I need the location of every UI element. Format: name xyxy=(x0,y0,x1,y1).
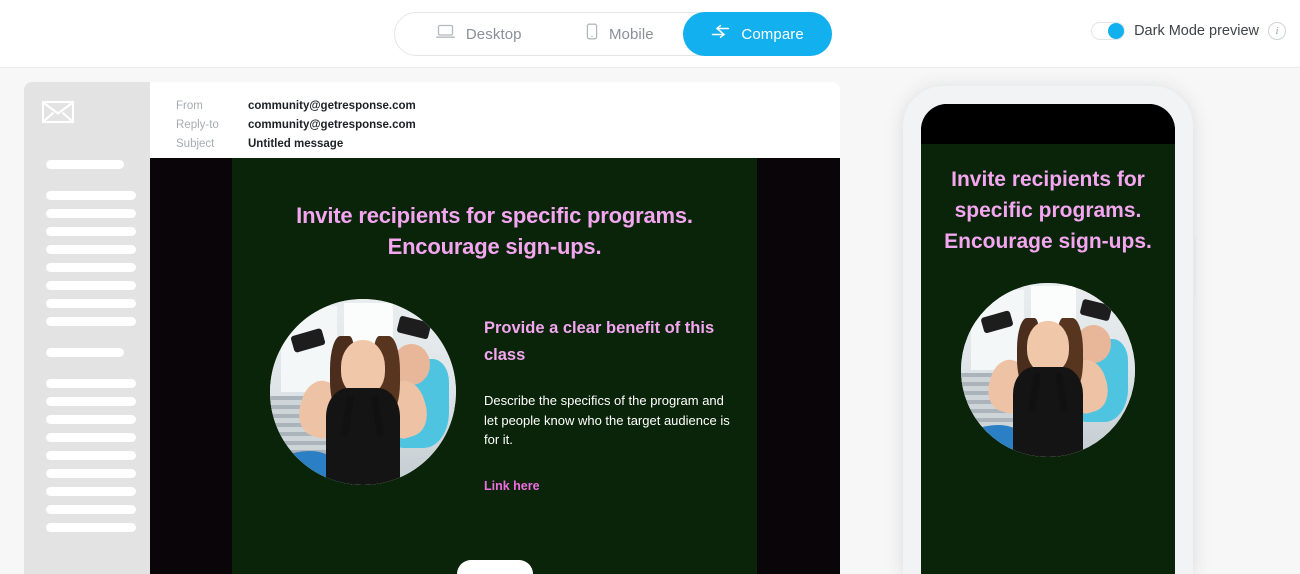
skeleton-bar xyxy=(46,263,136,272)
mail-preview-column: From community@getresponse.com Reply-to … xyxy=(150,82,840,574)
mobile-hero-image-wrap xyxy=(921,283,1175,457)
mail-header-row-subject: Subject Untitled message xyxy=(176,138,840,150)
skeleton-bar-list xyxy=(46,160,140,541)
tab-desktop[interactable]: Desktop xyxy=(401,13,557,55)
mobile-email-hero-image xyxy=(961,283,1135,457)
info-icon[interactable]: i xyxy=(1268,22,1286,40)
desktop-preview-panel: From community@getresponse.com Reply-to … xyxy=(24,82,840,574)
email-headline: Invite recipients for specific programs.… xyxy=(296,203,693,259)
toggle-knob xyxy=(1108,23,1125,39)
email-subheading: Provide a clear benefit of this class xyxy=(484,319,715,364)
skeleton-bar xyxy=(46,397,136,406)
skeleton-bar xyxy=(46,160,124,169)
email-feature-block: Provide a clear benefit of this class De… xyxy=(232,299,757,495)
email-cta-button[interactable] xyxy=(456,560,533,574)
mail-client-sidebar-skeleton xyxy=(24,82,150,574)
phone-side-button xyxy=(1193,236,1196,298)
mobile-email-headline: Invite recipients for specific programs.… xyxy=(944,168,1152,253)
from-label: From xyxy=(176,100,203,112)
dark-mode-toggle[interactable] xyxy=(1091,22,1126,40)
tab-mobile-label: Mobile xyxy=(608,25,654,43)
email-canvas: Invite recipients for specific programs.… xyxy=(150,158,840,574)
tab-compare-label: Compare xyxy=(741,25,804,43)
email-text-column: Provide a clear benefit of this class De… xyxy=(484,299,731,495)
phone-icon xyxy=(586,23,598,45)
email-paragraph: Describe the specifics of the program an… xyxy=(484,393,730,447)
skeleton-bar xyxy=(46,433,136,442)
mail-header-row-reply-to: Reply-to community@getresponse.com xyxy=(176,119,840,131)
mobile-email-content: Invite recipients for specific programs.… xyxy=(921,144,1175,574)
skeleton-bar xyxy=(46,523,136,532)
dark-mode-control: Dark Mode preview i xyxy=(1091,22,1286,40)
tab-mobile[interactable]: Mobile xyxy=(557,13,684,55)
tab-desktop-label: Desktop xyxy=(465,25,522,43)
laptop-icon xyxy=(435,24,455,44)
mail-header-row-from: From community@getresponse.com xyxy=(176,100,840,112)
phone-screen: Invite recipients for specific programs.… xyxy=(921,104,1175,574)
email-link[interactable]: Link here xyxy=(484,479,540,493)
skeleton-bar xyxy=(46,209,136,218)
email-content: Invite recipients for specific programs.… xyxy=(232,158,757,574)
envelope-icon xyxy=(41,100,75,129)
skeleton-bar xyxy=(46,469,136,478)
toolbar: Desktop Mobile Compare Dark Mode preview… xyxy=(0,0,1300,68)
phone-status-bar xyxy=(921,104,1175,144)
skeleton-bar xyxy=(46,505,136,514)
mobile-preview-panel: Invite recipients for specific programs.… xyxy=(903,86,1196,574)
reply-to-value: community@getresponse.com xyxy=(248,119,416,131)
skeleton-bar xyxy=(46,348,124,357)
email-hero-image xyxy=(270,299,456,485)
compare-arrows-icon xyxy=(711,24,730,44)
tab-compare[interactable]: Compare xyxy=(683,12,832,56)
reply-to-label: Reply-to xyxy=(176,119,219,131)
subject-label: Subject xyxy=(176,138,215,150)
from-value: community@getresponse.com xyxy=(248,100,416,112)
skeleton-bar xyxy=(46,451,136,460)
skeleton-bar xyxy=(46,245,136,254)
subject-value: Untitled message xyxy=(248,138,344,150)
skeleton-bar xyxy=(46,317,136,326)
skeleton-bar xyxy=(46,379,136,388)
skeleton-bar xyxy=(46,487,136,496)
dark-mode-label: Dark Mode preview xyxy=(1134,23,1259,39)
mail-header: From community@getresponse.com Reply-to … xyxy=(150,82,840,158)
skeleton-bar xyxy=(46,281,136,290)
skeleton-bar xyxy=(46,191,136,200)
skeleton-bar xyxy=(46,227,136,236)
skeleton-bar xyxy=(46,299,136,308)
skeleton-bar xyxy=(46,415,136,424)
view-mode-switcher[interactable]: Desktop Mobile Compare xyxy=(394,12,832,56)
